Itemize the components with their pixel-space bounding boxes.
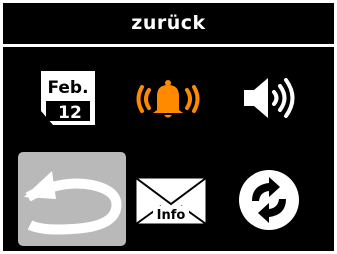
info-tile[interactable]: Info bbox=[121, 155, 221, 245]
speaker-volume-icon bbox=[244, 78, 295, 118]
alarm-tile[interactable] bbox=[118, 53, 218, 143]
page-title: zurück bbox=[131, 12, 206, 34]
header-divider bbox=[3, 44, 334, 47]
device-screen: zurück Feb. 12 Info bbox=[3, 3, 334, 251]
calendar-tile[interactable]: Feb. 12 bbox=[18, 53, 118, 143]
calendar-day: 12 bbox=[58, 103, 82, 123]
sync-icon bbox=[239, 170, 299, 230]
calendar-month: Feb. bbox=[47, 78, 88, 98]
volume-tile[interactable] bbox=[219, 53, 319, 143]
envelope-info-icon: Info bbox=[135, 177, 207, 225]
calendar-icon: Feb. 12 bbox=[41, 71, 95, 125]
back-tile[interactable] bbox=[18, 152, 126, 246]
sync-tile[interactable] bbox=[219, 155, 319, 245]
info-label: Info bbox=[157, 208, 186, 223]
bell-alarm-icon bbox=[136, 80, 200, 118]
back-arrow-icon bbox=[24, 171, 122, 235]
title-bar: zurück bbox=[3, 3, 334, 43]
